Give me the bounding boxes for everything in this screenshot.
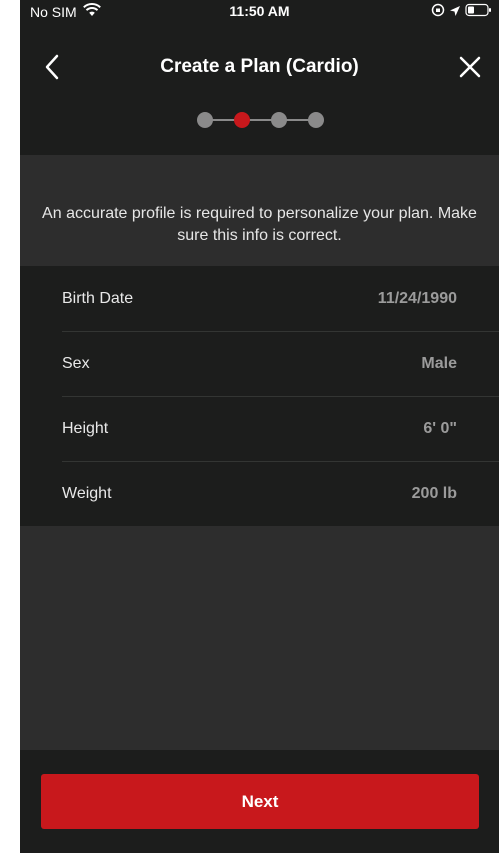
row-value: Male <box>421 354 457 372</box>
status-right <box>431 3 493 22</box>
footer: Next <box>20 750 499 853</box>
next-button[interactable]: Next <box>41 774 479 829</box>
status-time: 11:50 AM <box>229 3 290 19</box>
close-icon <box>459 56 481 78</box>
row-label: Height <box>62 419 109 437</box>
info-message: An accurate profile is required to perso… <box>42 205 477 244</box>
row-label: Birth Date <box>62 289 134 307</box>
page-title: Create a Plan (Cardio) <box>160 56 359 77</box>
location-arrow-icon <box>449 4 461 22</box>
row-weight[interactable]: Weight 200 lb <box>62 461 499 526</box>
step-dot <box>308 112 324 128</box>
row-value: 200 lb <box>411 484 457 502</box>
row-sex[interactable]: Sex Male <box>62 331 499 397</box>
profile-list: Birth Date 11/24/1990 Sex Male Height 6'… <box>20 266 499 526</box>
row-value: 6' 0" <box>423 419 457 437</box>
header: Create a Plan (Cardio) <box>20 32 499 155</box>
empty-area <box>20 526 499 750</box>
progress-stepper <box>197 112 324 128</box>
close-button[interactable] <box>455 52 485 82</box>
step-dot <box>197 112 213 128</box>
step-dot-active <box>234 112 250 128</box>
orientation-lock-icon <box>431 3 445 22</box>
info-banner: An accurate profile is required to perso… <box>20 155 499 266</box>
row-value: 11/24/1990 <box>377 289 457 307</box>
row-label: Sex <box>62 354 90 372</box>
row-label: Weight <box>62 484 112 502</box>
status-bar: No SIM 11:50 AM <box>20 0 499 32</box>
step-dot <box>271 112 287 128</box>
row-height[interactable]: Height 6' 0" <box>62 396 499 462</box>
row-birth-date[interactable]: Birth Date 11/24/1990 <box>62 266 499 332</box>
battery-icon <box>465 3 493 22</box>
app-screen: No SIM 11:50 AM Create a Plan (Cardio) A… <box>20 0 499 853</box>
